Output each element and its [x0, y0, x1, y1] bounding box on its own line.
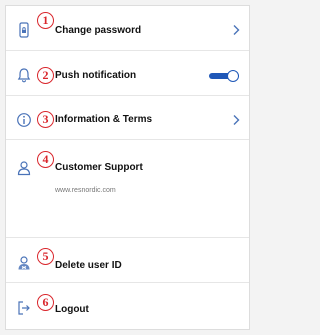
change-password-label: Change password [55, 25, 142, 36]
step-badge: 1 [37, 12, 54, 29]
step-badge: 2 [37, 67, 54, 84]
step-badge: 3 [37, 111, 54, 128]
step-badge: 5 [37, 248, 54, 265]
support-website-link[interactable]: www.resnordic.com [55, 187, 116, 194]
step-badge: 4 [37, 151, 54, 168]
lock-phone-icon [16, 22, 32, 38]
push-notification-row[interactable]: 2 Push notification [6, 51, 249, 96]
user-icon [16, 160, 32, 176]
info-icon [16, 112, 32, 128]
logout-icon [16, 300, 32, 316]
user-remove-icon [16, 255, 32, 271]
settings-panel: 1 Change password 2 Push notification 3 … [5, 5, 250, 330]
change-password-row[interactable]: 1 Change password [6, 6, 249, 51]
delete-user-row[interactable]: 5 Delete user ID [6, 238, 249, 283]
bell-icon [16, 67, 32, 83]
chevron-right-icon[interactable] [230, 24, 242, 36]
push-notification-label: Push notification [55, 70, 137, 81]
chevron-right-icon[interactable] [230, 114, 242, 126]
logout-row[interactable]: 6 Logout [6, 283, 249, 329]
customer-support-row[interactable]: 4 Customer Support www.resnordic.com [6, 140, 249, 238]
step-badge: 6 [37, 294, 54, 311]
toggle-knob [227, 70, 239, 82]
customer-support-label: Customer Support [55, 162, 143, 173]
push-notification-toggle[interactable] [209, 70, 239, 82]
delete-user-label: Delete user ID [55, 260, 122, 271]
logout-label: Logout [55, 304, 89, 315]
information-terms-row[interactable]: 3 Information & Terms [6, 96, 249, 140]
information-terms-label: Information & Terms [55, 114, 153, 125]
